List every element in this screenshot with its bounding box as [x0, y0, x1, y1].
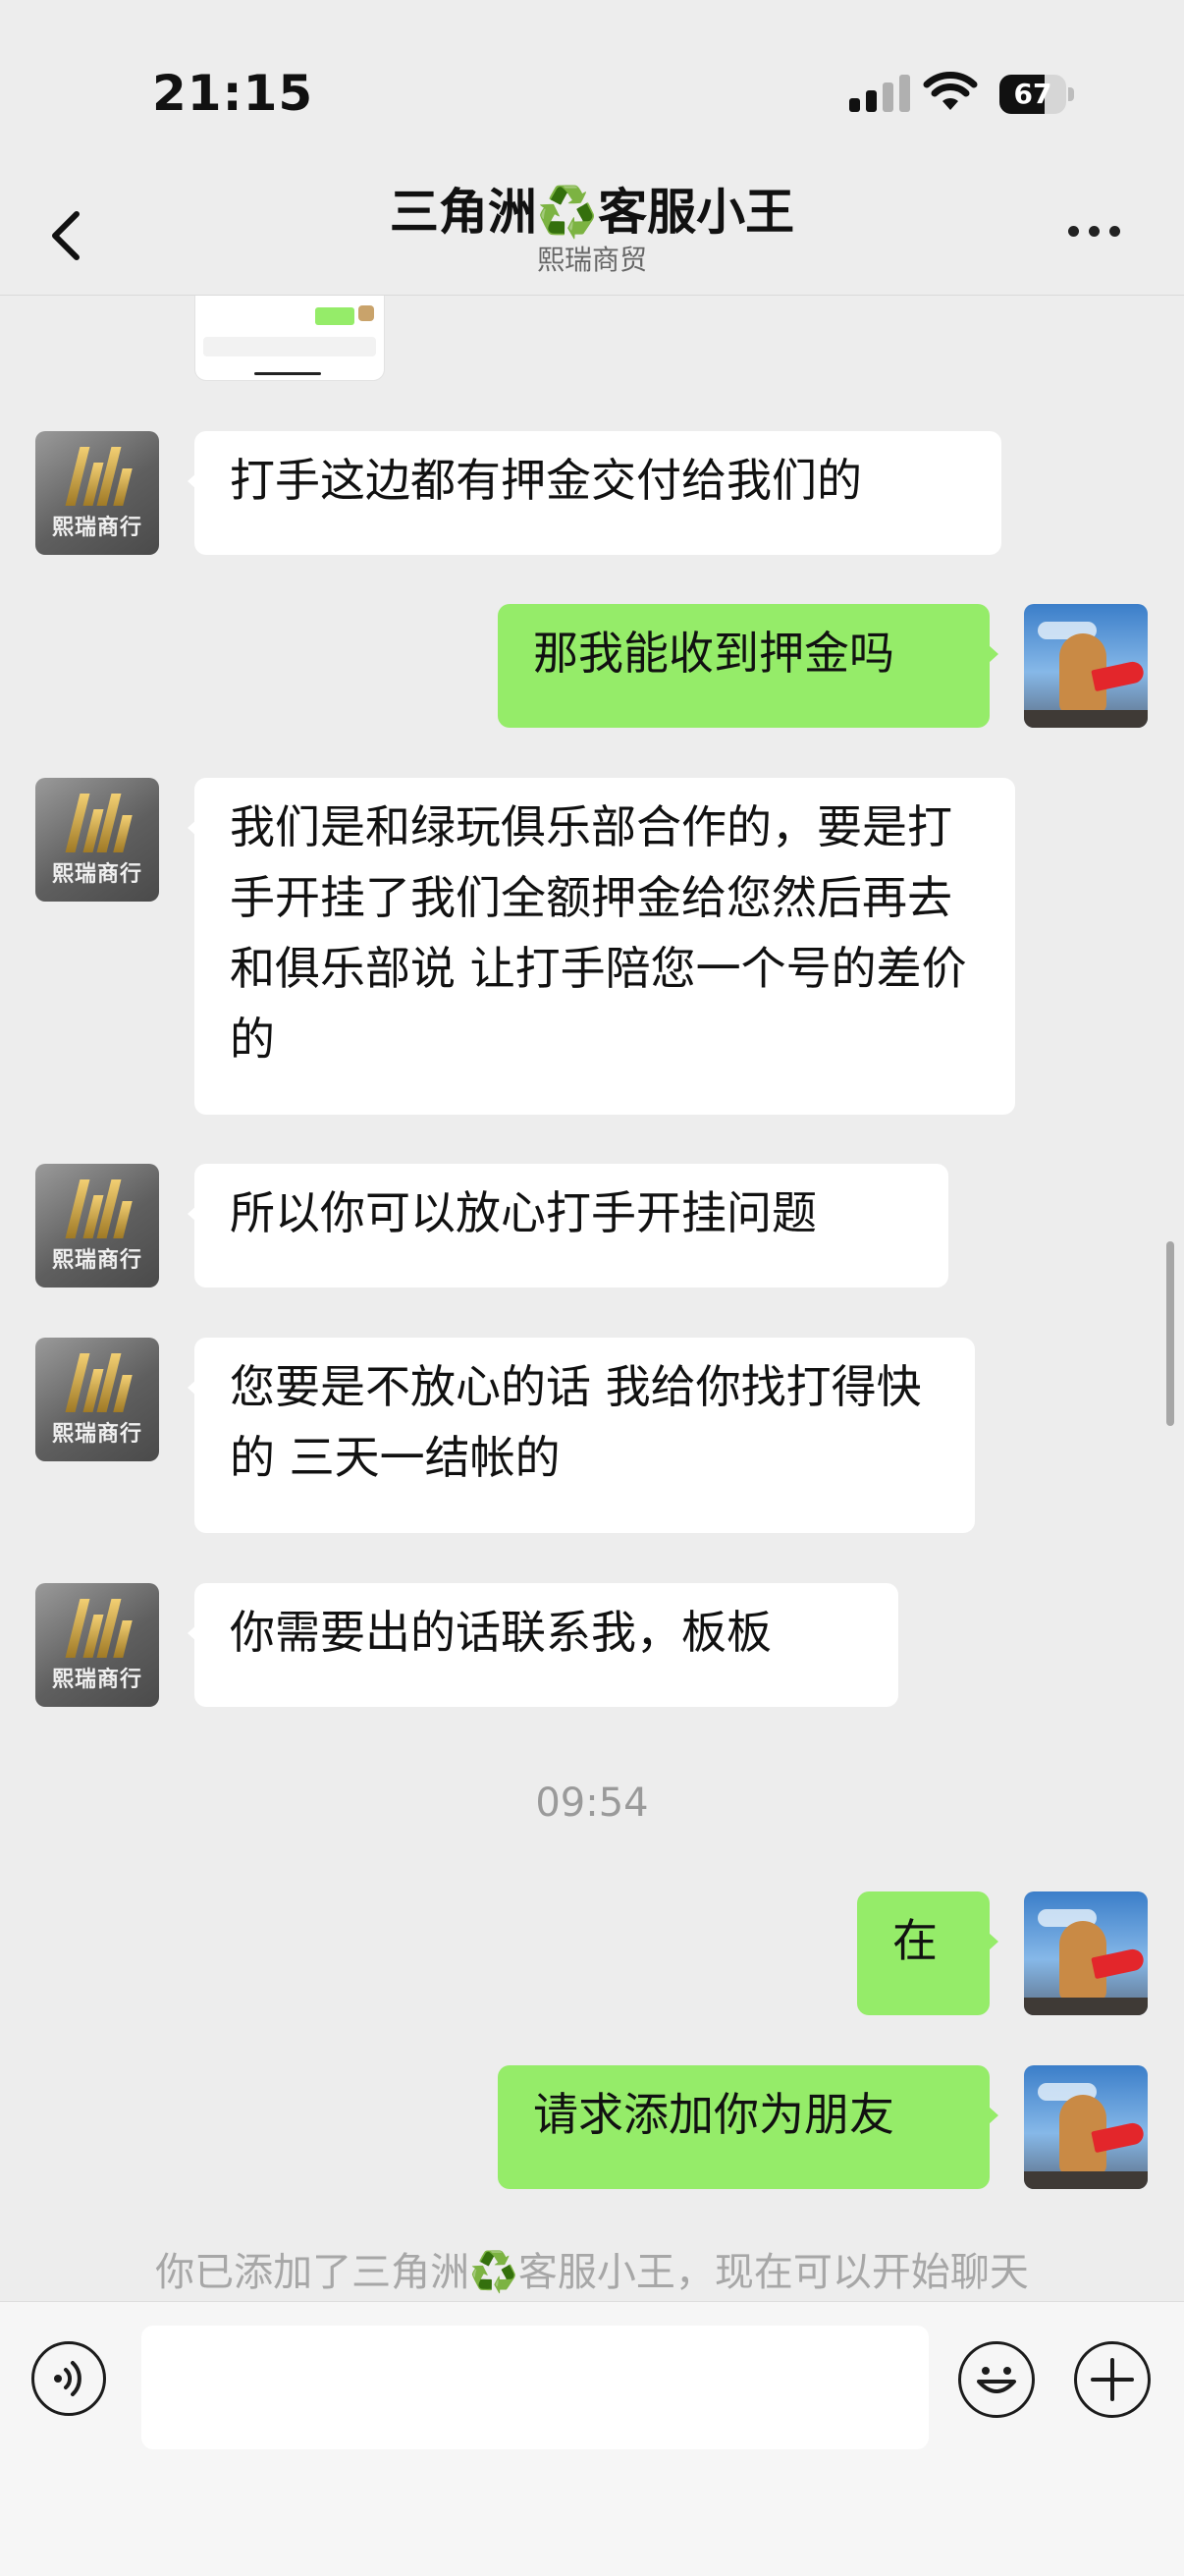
chevron-left-icon[interactable]	[39, 200, 98, 269]
contact-avatar[interactable]: 熙瑞商行	[35, 431, 159, 555]
wifi-icon	[923, 72, 978, 110]
chat-subtitle: 熙瑞商贸	[536, 244, 647, 276]
input-bar	[0, 2301, 1184, 2576]
screenshot-thumbnail[interactable]	[194, 296, 385, 381]
my-avatar[interactable]	[1024, 604, 1148, 728]
ellipsis-icon[interactable]	[1068, 222, 1137, 251]
message-bubble-outgoing[interactable]: 那我能收到押金吗	[498, 604, 998, 728]
scrollbar[interactable]	[1166, 1241, 1174, 1426]
message-bubble-incoming[interactable]: 打手这边都有押金交付给我们的	[188, 431, 1001, 555]
my-avatar[interactable]	[1024, 2065, 1148, 2189]
message-bubble-incoming[interactable]: 我们是和绿玩俱乐部合作的，要是打手开挂了我们全额押金给您然后再去和俱乐部说 让打…	[188, 778, 1015, 1115]
message-bubble-incoming[interactable]: 所以你可以放心打手开挂问题	[188, 1164, 948, 1288]
recycle-icon: ♻️	[469, 2250, 518, 2295]
smile-icon[interactable]	[958, 2341, 1035, 2418]
chat-title-block[interactable]: 三角洲♻️客服小王 熙瑞商贸	[196, 184, 988, 277]
plus-icon[interactable]	[1074, 2341, 1151, 2418]
message-bubble-incoming[interactable]: 你需要出的话联系我，板板	[188, 1583, 898, 1707]
message-bubble-outgoing[interactable]: 请求添加你为朋友	[498, 2065, 998, 2189]
battery-percent: 67	[1013, 78, 1052, 110]
status-time: 21:15	[152, 65, 314, 122]
chat-header: 三角洲♻️客服小王 熙瑞商贸	[0, 184, 1184, 296]
message-list[interactable]: 熙瑞商行 打手这边都有押金交付给我们的 那我能收到押金吗 熙瑞商行 我们是和绿玩…	[0, 296, 1184, 2299]
battery-icon: 67	[999, 75, 1076, 114]
message-bubble-incoming[interactable]: 您要是不放心的话 我给你找打得快的 三天一结帐的	[188, 1338, 975, 1533]
voice-icon[interactable]	[31, 2341, 106, 2416]
timestamp: 09:54	[535, 1781, 649, 1826]
status-bar: 21:15 67	[0, 0, 1184, 187]
message-bubble-outgoing[interactable]: 在	[857, 1891, 998, 2015]
contact-avatar[interactable]: 熙瑞商行	[35, 1338, 159, 1461]
chat-title: 三角洲♻️客服小王	[389, 184, 795, 241]
message-input[interactable]	[141, 2326, 929, 2449]
recycle-icon: ♻️	[536, 184, 599, 241]
contact-avatar[interactable]: 熙瑞商行	[35, 778, 159, 902]
contact-avatar[interactable]: 熙瑞商行	[35, 1164, 159, 1288]
cellular-signal-icon	[849, 75, 916, 112]
system-message: 你已添加了三角洲♻️客服小王，现在可以开始聊天	[155, 2250, 1029, 2295]
contact-avatar[interactable]: 熙瑞商行	[35, 1583, 159, 1707]
my-avatar[interactable]	[1024, 1891, 1148, 2015]
